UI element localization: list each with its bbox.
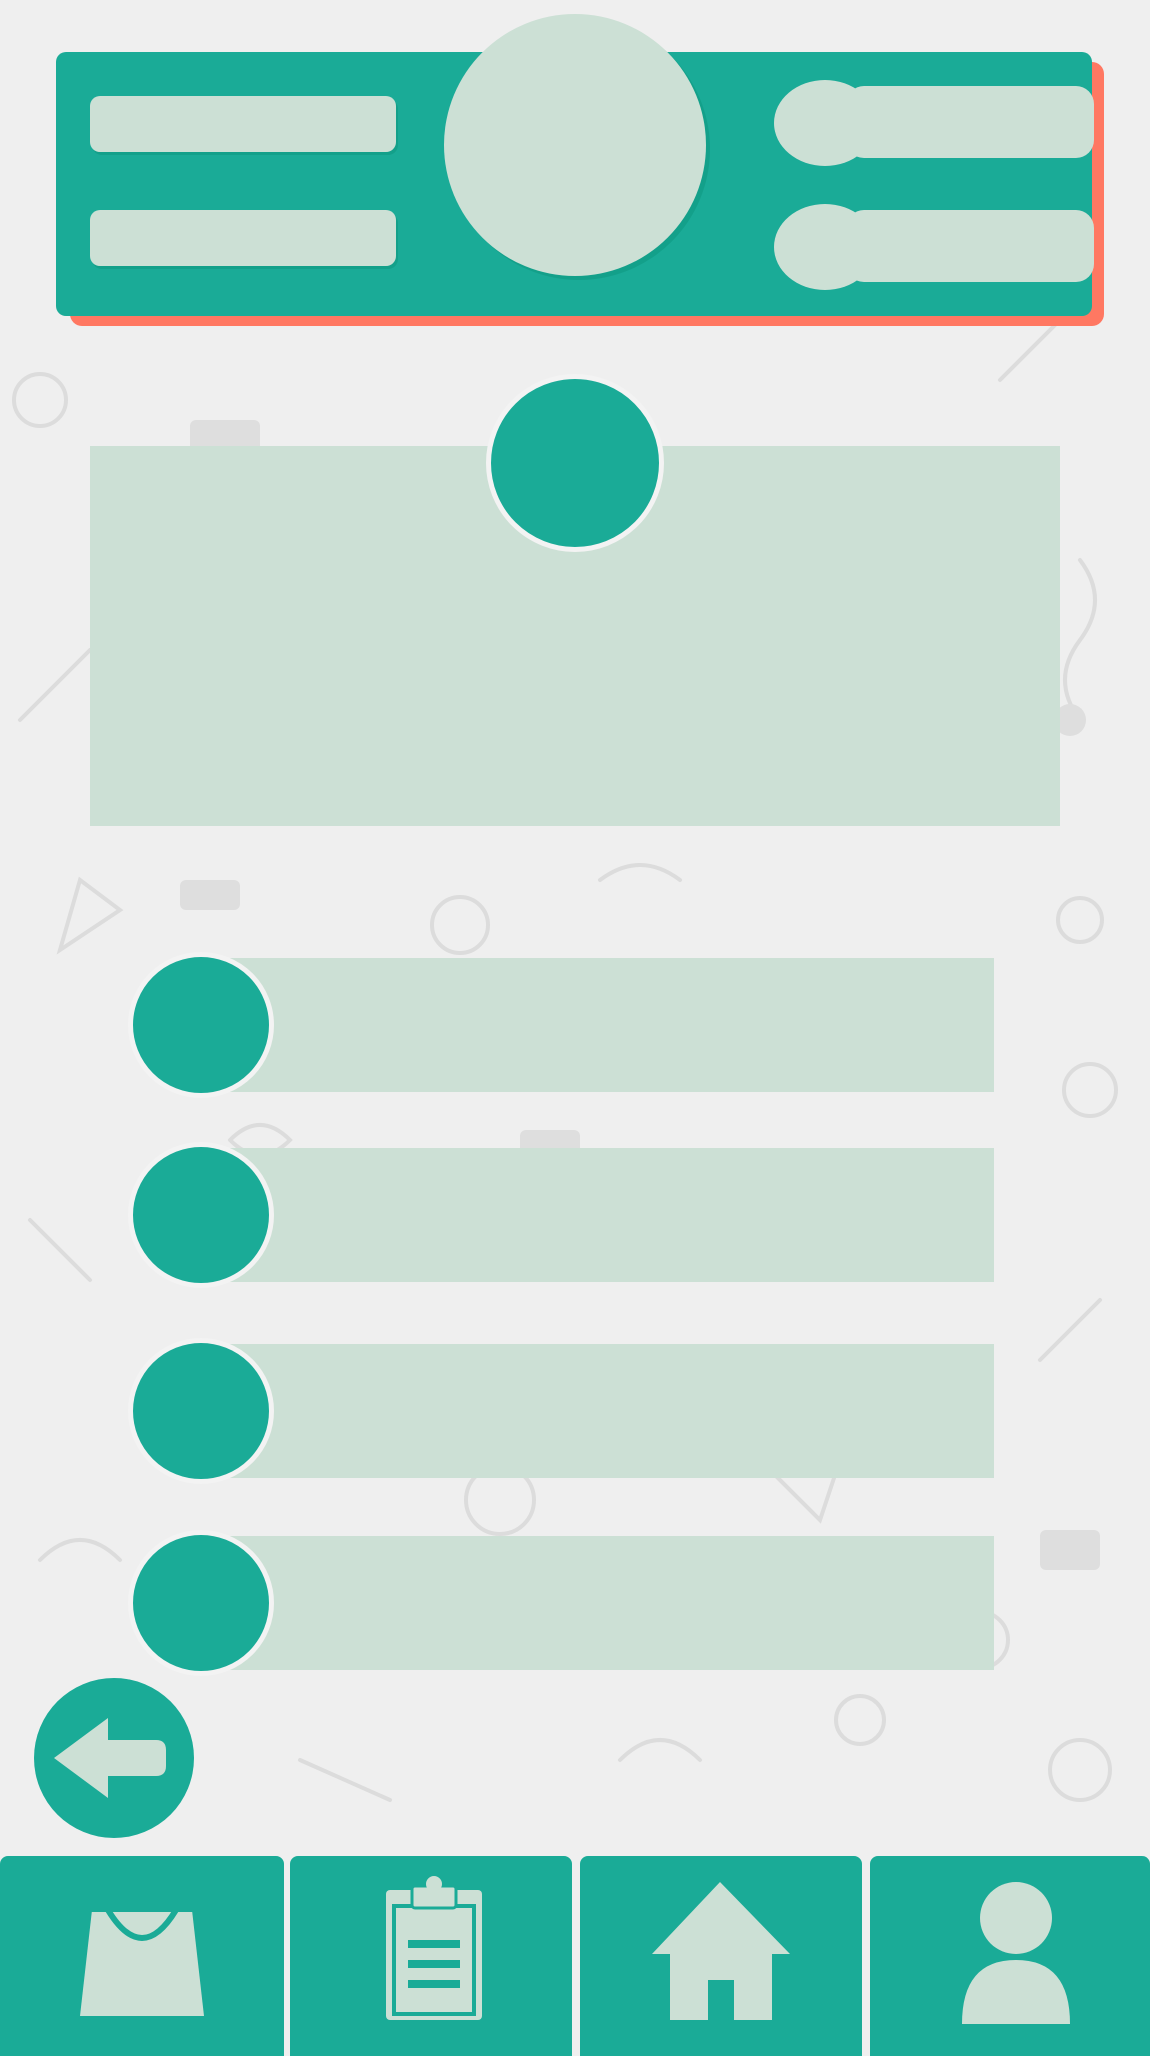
clipboard-icon: [386, 1876, 482, 2020]
list-item-4-dot[interactable]: [128, 1530, 274, 1676]
list-item-4[interactable]: [210, 1536, 994, 1670]
nav-tab-shop[interactable]: [0, 1856, 284, 2056]
shopping-bag-icon: [80, 1906, 204, 2016]
home-icon: [652, 1882, 790, 2020]
nav-tab-profile[interactable]: [870, 1856, 1150, 2056]
nav-tab-home[interactable]: [580, 1856, 862, 2056]
list-item-1[interactable]: [210, 958, 994, 1092]
header-left-field-2[interactable]: [90, 210, 396, 266]
list-item-1-dot[interactable]: [128, 952, 274, 1098]
user-icon: [962, 1882, 1070, 2024]
profile-avatar[interactable]: [444, 14, 706, 276]
list-item-3[interactable]: [210, 1344, 994, 1478]
header-right-option-1[interactable]: [774, 80, 1100, 166]
nav-tab-clipboard[interactable]: [290, 1856, 572, 2056]
main-card-badge[interactable]: [486, 374, 664, 552]
option-1-handle: [846, 86, 1094, 158]
list-item-2[interactable]: [210, 1148, 994, 1282]
back-arrow-icon: [54, 1718, 166, 1798]
header-right-option-2[interactable]: [774, 204, 1100, 290]
option-2-handle: [846, 210, 1094, 282]
list-item-3-dot[interactable]: [128, 1338, 274, 1484]
back-button[interactable]: [34, 1678, 194, 1838]
list-item-2-dot[interactable]: [128, 1142, 274, 1288]
header-left-field-1[interactable]: [90, 96, 396, 152]
